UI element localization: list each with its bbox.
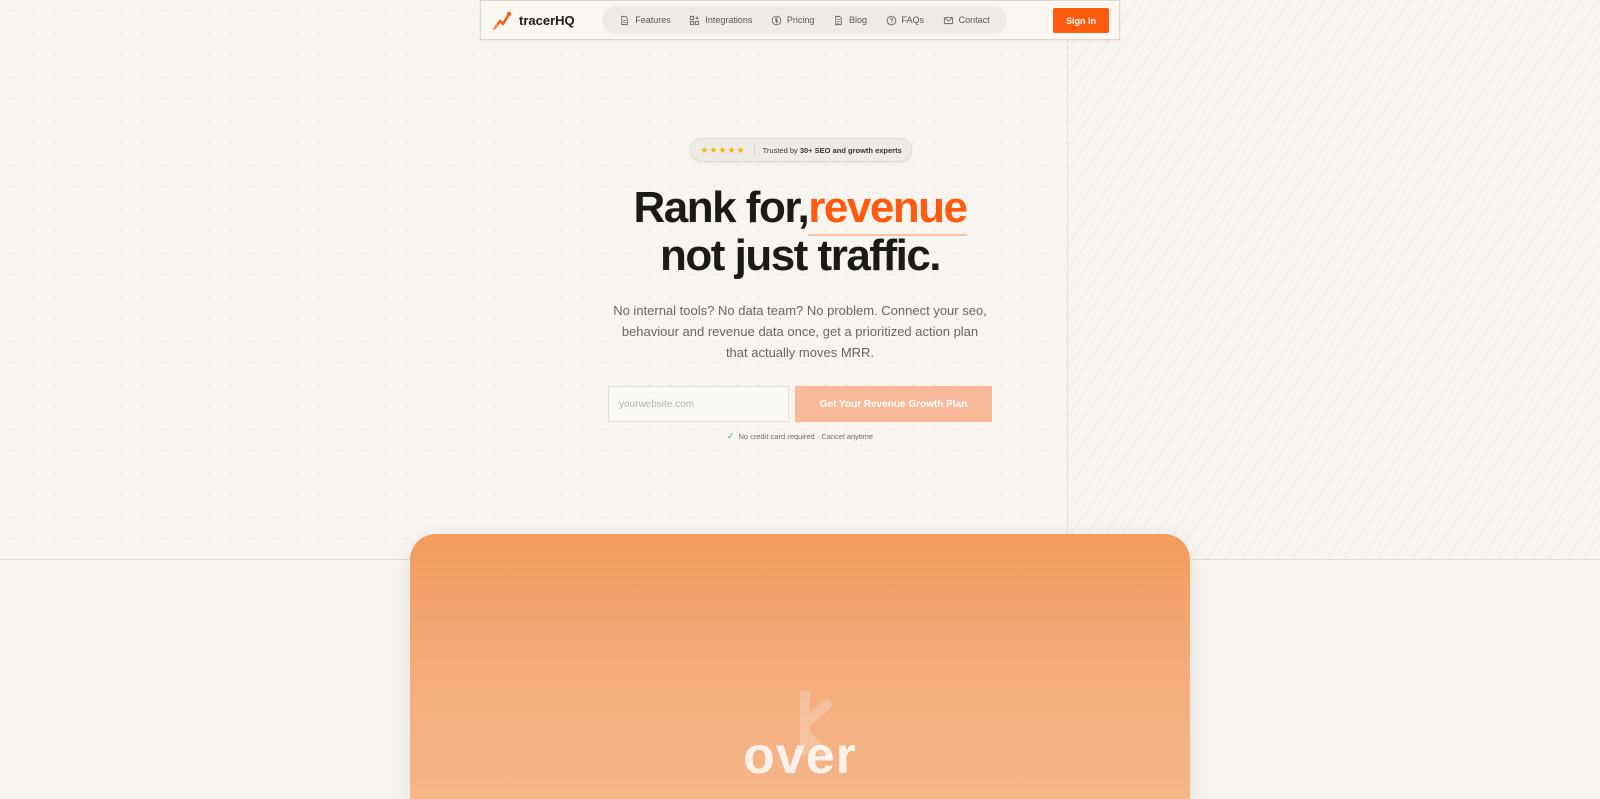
badge-divider [753,145,755,155]
top-navbar: tracerHQ Features Integrations Pricing B… [480,0,1120,40]
diagonal-pattern-background [1067,0,1600,560]
nav-label: Integrations [705,15,753,25]
nav-item-contact[interactable]: Contact [943,15,990,26]
trust-strong: 30+ SEO and growth experts [799,145,902,155]
help-circle-icon [886,15,896,25]
grid-plus-icon [690,15,700,25]
dotted-background [0,0,1067,560]
get-growth-plan-button[interactable]: Get Your Revenue Growth Plan [795,386,992,422]
nav-item-features[interactable]: Features [619,15,671,26]
form-note-text: No credit card required · Cancel anytime [738,432,874,441]
rating-stars-icon: ★★★★★ [700,144,746,155]
animated-word: over [743,727,857,785]
trust-text: Trusted by 30+ SEO and growth experts [763,146,902,155]
document-icon [621,15,628,25]
tracer-logo-icon [491,9,513,31]
mail-icon [943,16,953,24]
nav-item-blog[interactable]: Blog [833,15,867,26]
nav-label: Pricing [786,15,815,25]
nav-label: Blog [848,15,867,25]
nav-menu: Features Integrations Pricing Blog FAQs … [602,6,1007,34]
nav-item-faqs[interactable]: FAQs [886,15,925,26]
nav-item-integrations[interactable]: Integrations [689,15,752,26]
demo-video-card[interactable]: over [410,534,1190,799]
headline-part-1: Rank for, [633,183,809,232]
trust-prefix: Trusted by [762,145,800,155]
headline-accent: revenue [808,183,968,236]
hero-headline: Rank for,revenue not just traffic. [500,183,1100,280]
dollar-circle-icon [771,15,782,25]
form-note: ✓ No credit card required · Cancel anytim… [620,431,980,442]
check-icon: ✓ [726,431,735,441]
nav-label: Features [635,15,671,25]
hero-subheading: No internal tools? No data team? No prob… [613,303,987,360]
nav-item-pricing[interactable]: Pricing [771,15,815,26]
website-url-input[interactable] [608,386,789,422]
brand-name: tracerHQ [519,12,575,28]
brand-logo-link[interactable]: tracerHQ [491,9,591,31]
nav-label: Contact [958,15,990,25]
nav-label: FAQs [901,15,925,25]
page-icon [835,15,842,25]
trust-badge: ★★★★★ Trusted by 30+ SEO and growth expe… [690,138,912,162]
headline-part-2: not just traffic. [659,231,942,280]
sign-in-button[interactable]: Sign in [1053,8,1109,33]
